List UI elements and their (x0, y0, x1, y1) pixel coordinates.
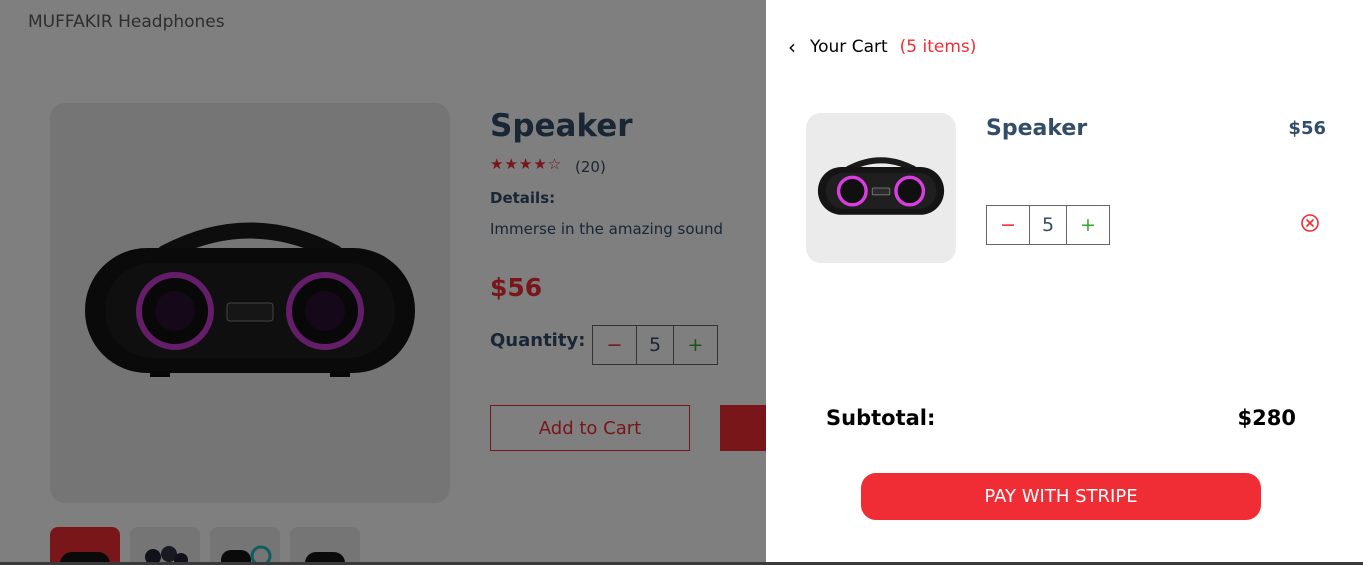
chevron-left-icon: ‹ (788, 35, 796, 59)
cart-item-name: Speaker (986, 116, 1088, 141)
speaker-image (817, 157, 945, 215)
pay-with-stripe-button[interactable]: PAY WITH STRIPE (861, 473, 1261, 520)
cart-item-count: (5 items) (899, 37, 977, 57)
cart-item-image (806, 113, 956, 263)
decrease-quantity-button[interactable]: − (987, 206, 1029, 244)
cart-item-price: $56 (1288, 118, 1326, 139)
subtotal-value: $280 (1237, 406, 1296, 430)
remove-item-icon[interactable] (1300, 213, 1320, 233)
quantity-value: 5 (1029, 206, 1067, 244)
increase-quantity-button[interactable]: + (1067, 206, 1109, 244)
cart-quantity-stepper: − 5 + (986, 205, 1110, 245)
cart-item: Speaker $56 − 5 + (806, 113, 1326, 263)
cart-back-button[interactable]: ‹ Your Cart (5 items) (788, 35, 976, 59)
cart-heading: Your Cart (810, 37, 888, 57)
subtotal-row: Subtotal: $280 (826, 406, 1296, 430)
cart-drawer: ‹ Your Cart (5 items) Speaker $56 − 5 + (766, 0, 1363, 562)
subtotal-label: Subtotal: (826, 406, 936, 430)
